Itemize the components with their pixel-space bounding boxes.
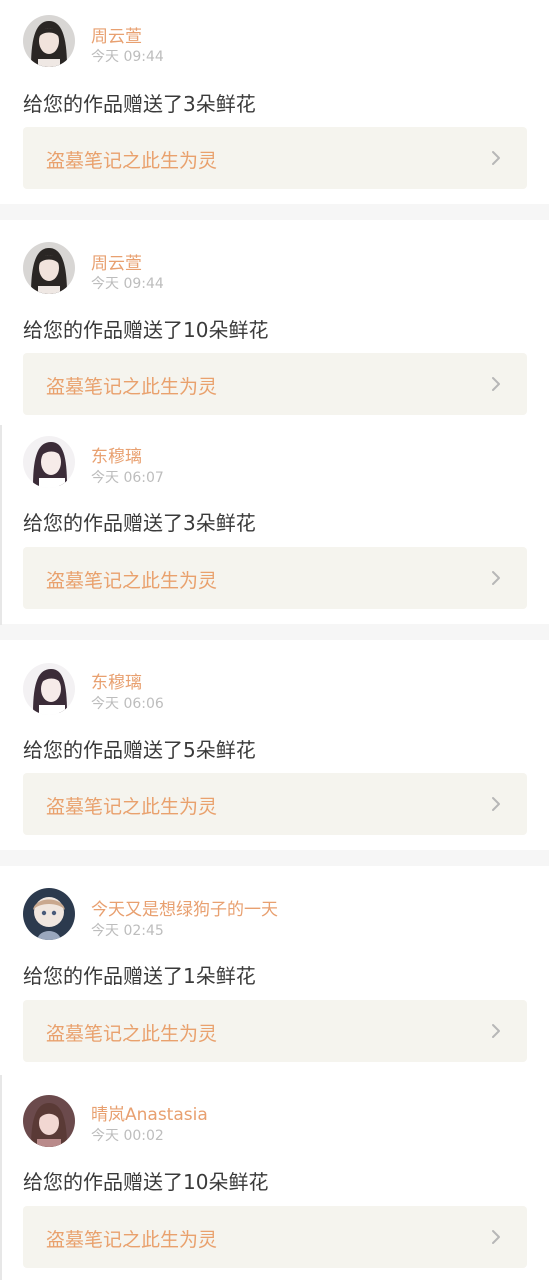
chevron-right-icon: [492, 797, 500, 811]
work-link-card[interactable]: 盗墓笔记之此生为灵: [23, 1000, 527, 1062]
sender-name[interactable]: 东穆璃: [91, 668, 142, 693]
work-title: 盗墓笔记之此生为灵: [46, 1023, 218, 1045]
avatar[interactable]: [23, 1095, 75, 1147]
work-link-card[interactable]: 盗墓笔记之此生为灵: [23, 773, 527, 835]
timestamp: 今天 06:07: [91, 470, 164, 486]
sender-name[interactable]: 晴岚Anastasia: [91, 1100, 208, 1125]
avatar[interactable]: [23, 436, 75, 488]
work-title: 盗墓笔记之此生为灵: [46, 150, 218, 172]
notification-item: 东穆璃 今天 06:06 给您的作品赠送了5朵鲜花 盗墓笔记之此生为灵: [0, 640, 549, 850]
notification-item: 东穆璃 今天 06:07 给您的作品赠送了3朵鲜花 盗墓笔记之此生为灵: [0, 425, 549, 624]
chevron-right-icon: [492, 1024, 500, 1038]
timestamp: 今天 09:44: [91, 276, 164, 292]
notification-item: 周云萱 今天 09:44 给您的作品赠送了10朵鲜花 盗墓笔记之此生为灵: [0, 220, 549, 425]
gift-message: 给您的作品赠送了1朵鲜花: [23, 964, 256, 988]
avatar[interactable]: [23, 663, 75, 715]
section-separator: [0, 850, 549, 866]
avatar-girl-dark-hair-icon: [23, 242, 75, 294]
work-link-card[interactable]: 盗墓笔记之此生为灵: [23, 353, 527, 415]
chevron-right-icon: [492, 151, 500, 165]
avatar-girl-pink-icon: [23, 1095, 75, 1147]
sender-name[interactable]: 周云萱: [91, 249, 142, 274]
gift-message: 给您的作品赠送了3朵鲜花: [23, 92, 256, 116]
chevron-right-icon: [492, 571, 500, 585]
sender-name[interactable]: 今天又是想绿狗子的一天: [91, 895, 278, 920]
avatar-girl-dark-hair-icon: [23, 15, 75, 67]
work-link-card[interactable]: 盗墓笔记之此生为灵: [23, 1206, 527, 1268]
chevron-right-icon: [492, 1230, 500, 1244]
work-link-card[interactable]: 盗墓笔记之此生为灵: [23, 127, 527, 189]
notification-item: 周云萱 今天 09:44 给您的作品赠送了3朵鲜花 盗墓笔记之此生为灵: [0, 0, 549, 204]
avatar-girl-white-icon: [23, 436, 75, 488]
notification-item: 今天又是想绿狗子的一天 今天 02:45 给您的作品赠送了1朵鲜花 盗墓笔记之此…: [0, 866, 549, 1075]
work-title: 盗墓笔记之此生为灵: [46, 376, 218, 398]
gift-message: 给您的作品赠送了10朵鲜花: [23, 1170, 269, 1194]
timestamp: 今天 09:44: [91, 49, 164, 65]
sender-name[interactable]: 东穆璃: [91, 442, 142, 467]
avatar[interactable]: [23, 242, 75, 294]
avatar-anime-doll-icon: [23, 888, 75, 940]
chevron-right-icon: [492, 377, 500, 391]
timestamp: 今天 02:45: [91, 923, 164, 939]
timestamp: 今天 00:02: [91, 1128, 164, 1144]
section-separator: [0, 624, 549, 640]
sender-name[interactable]: 周云萱: [91, 22, 142, 47]
work-title: 盗墓笔记之此生为灵: [46, 796, 218, 818]
work-title: 盗墓笔记之此生为灵: [46, 1229, 218, 1251]
work-title: 盗墓笔记之此生为灵: [46, 570, 218, 592]
notification-item: 晴岚Anastasia 今天 00:02 给您的作品赠送了10朵鲜花 盗墓笔记之…: [0, 1075, 549, 1280]
avatar[interactable]: [23, 888, 75, 940]
gift-message: 给您的作品赠送了3朵鲜花: [23, 511, 256, 535]
avatar[interactable]: [23, 15, 75, 67]
gift-message: 给您的作品赠送了10朵鲜花: [23, 318, 269, 342]
avatar-girl-white-icon: [23, 663, 75, 715]
section-separator: [0, 204, 549, 220]
gift-message: 给您的作品赠送了5朵鲜花: [23, 738, 256, 762]
work-link-card[interactable]: 盗墓笔记之此生为灵: [23, 547, 527, 609]
timestamp: 今天 06:06: [91, 696, 164, 712]
